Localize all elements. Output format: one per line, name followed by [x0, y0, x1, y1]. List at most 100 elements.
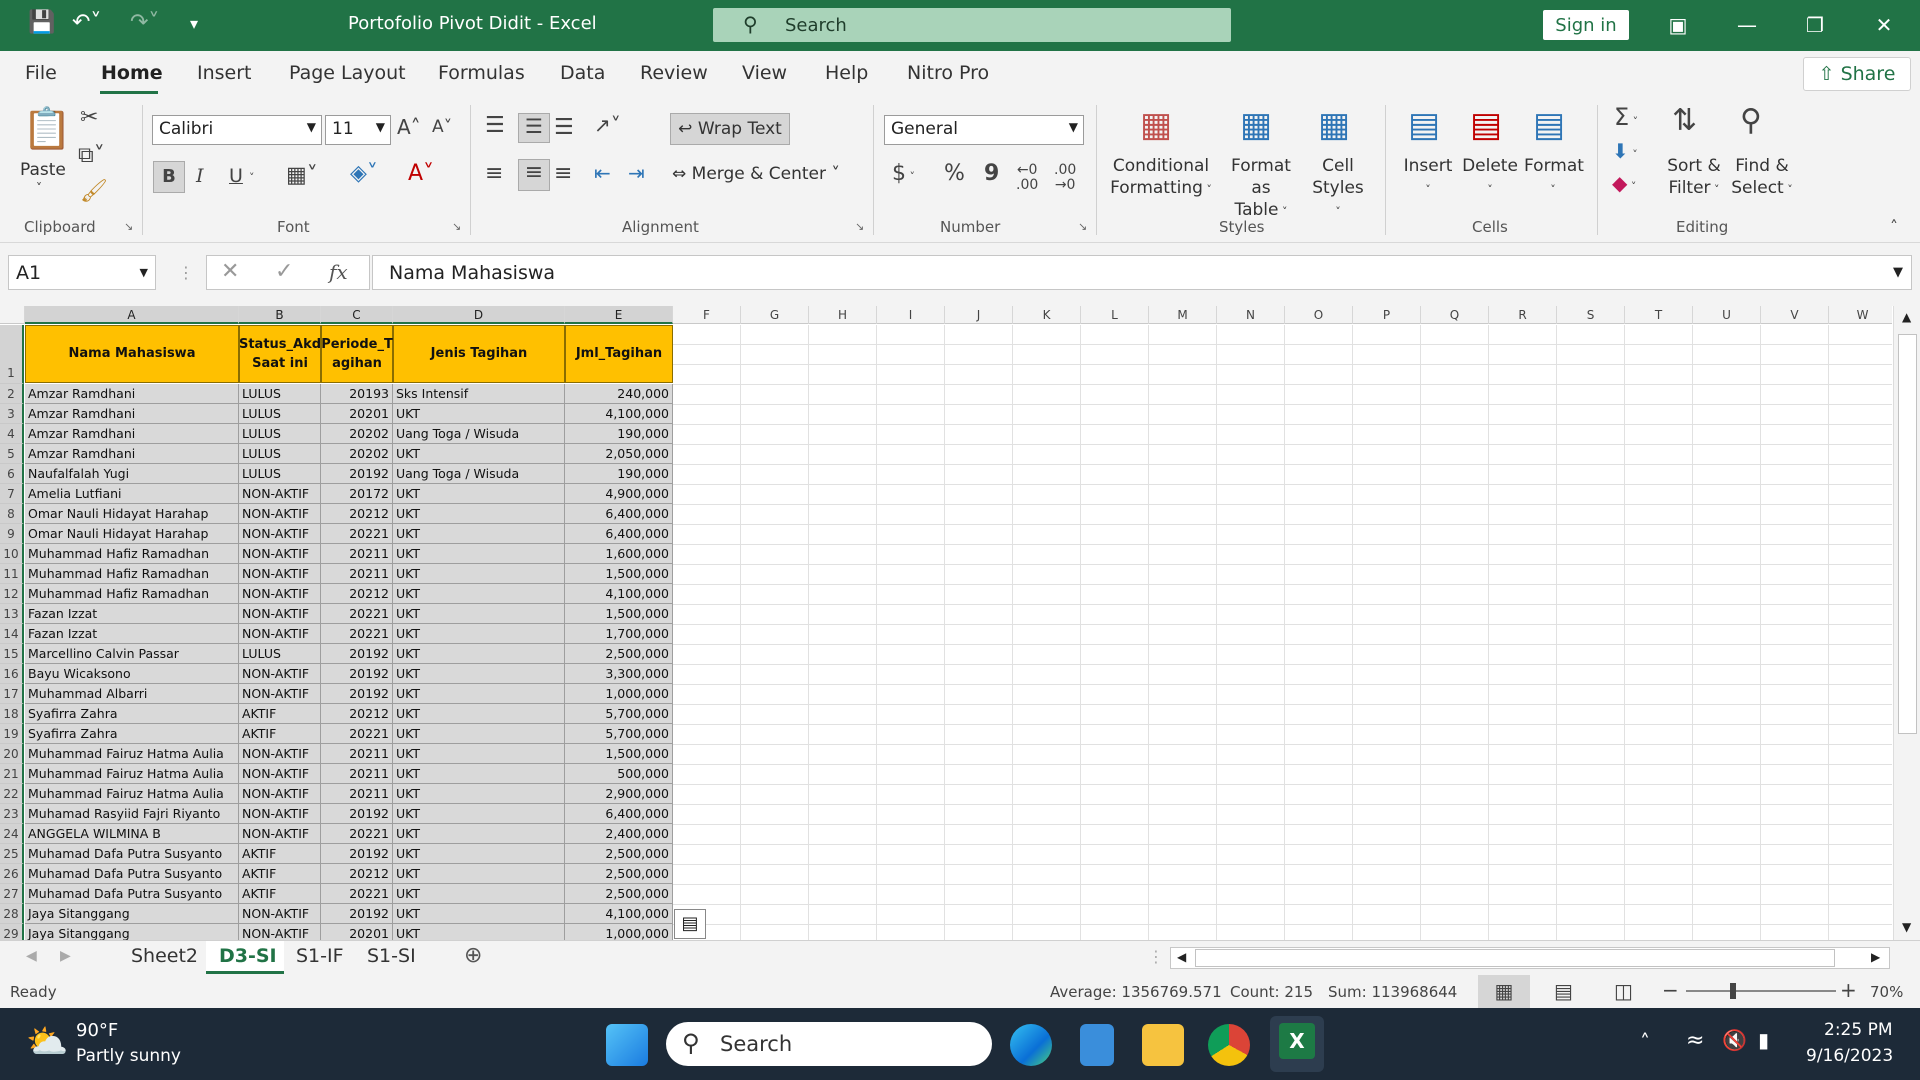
fill-icon[interactable]: ⬇ ˅	[1612, 139, 1638, 163]
table-cell[interactable]: NON-AKTIF	[239, 564, 321, 584]
column-header-h[interactable]: H	[809, 306, 877, 324]
clock-time[interactable]: 2:25 PM	[1824, 1020, 1893, 1040]
increase-indent-icon[interactable]: ⇥	[628, 161, 645, 185]
table-cell[interactable]: 2,500,000	[565, 884, 673, 904]
header-periode-tagihan[interactable]: Periode_T agihan	[321, 325, 393, 383]
table-cell[interactable]: Muhamad Dafa Putra Susyanto	[25, 844, 239, 864]
font-name-dropdown[interactable]: Calibri ▼	[152, 115, 322, 145]
column-header-r[interactable]: R	[1489, 306, 1557, 324]
table-cell[interactable]: Sks Intensif	[393, 384, 565, 404]
table-cell[interactable]: 6,400,000	[565, 504, 673, 524]
table-cell[interactable]: 190,000	[565, 424, 673, 444]
header-jenis-tagihan[interactable]: Jenis Tagihan	[393, 325, 565, 383]
table-cell[interactable]: Uang Toga / Wisuda	[393, 464, 565, 484]
table-cell[interactable]: 20192	[321, 684, 393, 704]
row-header-6[interactable]: 6	[0, 464, 24, 484]
table-cell[interactable]: Syafirra Zahra	[25, 704, 239, 724]
column-header-p[interactable]: P	[1353, 306, 1421, 324]
table-cell[interactable]: UKT	[393, 884, 565, 904]
weather-desc[interactable]: Partly sunny	[76, 1046, 181, 1066]
table-cell[interactable]: 20192	[321, 804, 393, 824]
column-header-n[interactable]: N	[1217, 306, 1285, 324]
page-break-view-icon[interactable]: ◫	[1614, 979, 1633, 1003]
table-cell[interactable]: Muhammad Hafiz Ramadhan	[25, 564, 239, 584]
row-header-28[interactable]: 28	[0, 904, 24, 924]
ribbon-display-icon[interactable]: ▣	[1658, 8, 1698, 42]
row-header-26[interactable]: 26	[0, 864, 24, 884]
number-format-dropdown[interactable]: General ▼	[884, 115, 1084, 145]
table-cell[interactable]: LULUS	[239, 644, 321, 664]
row-header-12[interactable]: 12	[0, 584, 24, 604]
table-cell[interactable]: 3,300,000	[565, 664, 673, 684]
table-cell[interactable]: LULUS	[239, 404, 321, 424]
table-cell[interactable]: 20211	[321, 564, 393, 584]
table-cell[interactable]: UKT	[393, 904, 565, 924]
table-cell[interactable]: Muhammad Fairuz Hatma Aulia	[25, 744, 239, 764]
scroll-up-icon[interactable]: ▲	[1902, 310, 1911, 324]
alignment-launcher-icon[interactable]: ↘	[855, 220, 864, 233]
row-header-17[interactable]: 17	[0, 684, 24, 704]
insert-function-icon[interactable]: fx	[329, 260, 348, 284]
table-cell[interactable]: Omar Nauli Hidayat Harahap	[25, 504, 239, 524]
horizontal-scrollbar[interactable]: ◀ ▶	[1170, 947, 1890, 969]
row-header-23[interactable]: 23	[0, 804, 24, 824]
table-cell[interactable]: 2,500,000	[565, 844, 673, 864]
table-cell[interactable]: 20193	[321, 384, 393, 404]
new-sheet-icon[interactable]: ⊕	[464, 943, 482, 968]
row-header-2[interactable]: 2	[0, 384, 24, 404]
paste-icon[interactable]: 📋	[22, 105, 72, 155]
table-cell[interactable]: 20192	[321, 644, 393, 664]
zoom-level[interactable]: 70%	[1870, 983, 1903, 1001]
column-header-c[interactable]: C	[321, 306, 393, 324]
table-cell[interactable]: AKTIF	[239, 844, 321, 864]
table-cell[interactable]: 5,700,000	[565, 704, 673, 724]
table-cell[interactable]: UKT	[393, 844, 565, 864]
number-launcher-icon[interactable]: ↘	[1078, 220, 1087, 233]
row-header-22[interactable]: 22	[0, 784, 24, 804]
wrap-text-button[interactable]: ↩ Wrap Text	[670, 113, 790, 145]
font-color-icon[interactable]: A˅	[408, 161, 434, 186]
percent-button[interactable]: %	[944, 161, 965, 186]
tab-home[interactable]: Home	[101, 62, 163, 84]
row-header-20[interactable]: 20	[0, 744, 24, 764]
paste-dropdown-icon[interactable]: ˅	[36, 181, 42, 197]
table-cell[interactable]: Jaya Sitanggang	[25, 904, 239, 924]
increase-font-icon[interactable]: A˄	[397, 115, 421, 139]
table-cell[interactable]: 20212	[321, 704, 393, 724]
table-cell[interactable]: UKT	[393, 684, 565, 704]
taskbar-search[interactable]: ⚲ Search	[666, 1022, 992, 1066]
zoom-out-icon[interactable]: −	[1662, 978, 1679, 1002]
row-header-7[interactable]: 7	[0, 484, 24, 504]
table-cell[interactable]: 20192	[321, 664, 393, 684]
table-cell[interactable]: 190,000	[565, 464, 673, 484]
collapse-ribbon-icon[interactable]: ˄	[1890, 217, 1898, 236]
font-launcher-icon[interactable]: ↘	[452, 220, 461, 233]
table-cell[interactable]: 20192	[321, 844, 393, 864]
table-cell[interactable]: 4,900,000	[565, 484, 673, 504]
tab-help[interactable]: Help	[825, 62, 868, 84]
decrease-indent-icon[interactable]: ⇤	[594, 161, 611, 185]
header-status-akd[interactable]: Status_Akd Saat ini	[239, 325, 321, 383]
column-header-v[interactable]: V	[1761, 306, 1829, 324]
table-cell[interactable]: UKT	[393, 764, 565, 784]
show-hidden-icons-icon[interactable]: ˄	[1640, 1030, 1650, 1054]
copy-icon[interactable]: ⧉˅	[78, 143, 105, 168]
column-header-o[interactable]: O	[1285, 306, 1353, 324]
table-cell[interactable]: Muhammad Fairuz Hatma Aulia	[25, 764, 239, 784]
table-cell[interactable]: Syafirra Zahra	[25, 724, 239, 744]
sheet-tab-d3-si[interactable]: D3-SI	[219, 945, 277, 967]
table-cell[interactable]: NON-AKTIF	[239, 904, 321, 924]
scroll-down-icon[interactable]: ▼	[1902, 920, 1911, 934]
column-header-d[interactable]: D	[393, 306, 565, 324]
italic-button[interactable]: I	[196, 165, 204, 187]
format-cells-button[interactable]: Format ˅	[1524, 155, 1584, 199]
table-cell[interactable]: 20212	[321, 584, 393, 604]
formula-input[interactable]: Nama Mahasiswa	[372, 255, 1912, 290]
prev-sheet-icon[interactable]: ◀	[26, 948, 37, 964]
table-cell[interactable]: Amelia Lutfiani	[25, 484, 239, 504]
table-cell[interactable]: LULUS	[239, 424, 321, 444]
table-cell[interactable]: 2,050,000	[565, 444, 673, 464]
column-header-a[interactable]: A	[25, 306, 239, 324]
table-cell[interactable]: Fazan Izzat	[25, 604, 239, 624]
zoom-slider[interactable]	[1686, 990, 1836, 992]
